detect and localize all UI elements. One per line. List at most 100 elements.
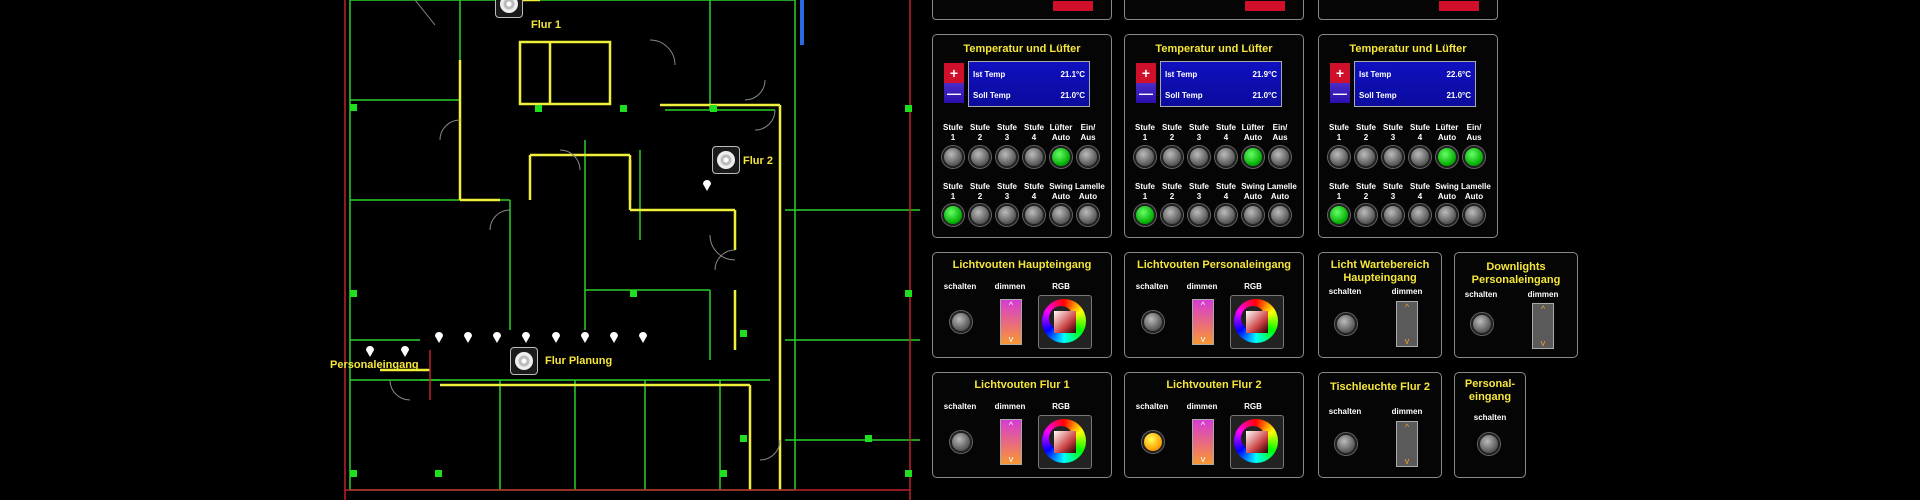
ceiling-light-icon[interactable] <box>366 346 374 357</box>
fan-stufe-1-button[interactable] <box>1328 146 1350 168</box>
power-toggle-button[interactable] <box>1269 146 1291 168</box>
rgb-color-picker[interactable] <box>1038 415 1092 469</box>
swing-auto-button[interactable] <box>1050 204 1072 226</box>
light-panel-personal: Personal-eingang schalten <box>1454 372 1526 478</box>
fan-auto-button[interactable] <box>1436 146 1458 168</box>
swing-stufe-3-button[interactable] <box>1382 204 1404 226</box>
light-switch-button[interactable] <box>950 431 972 453</box>
fan-stufe-3-button[interactable] <box>1382 146 1404 168</box>
temp-minus-button[interactable]: — <box>1136 83 1156 103</box>
panel-top-partial <box>1318 0 1498 20</box>
light-switch-button[interactable] <box>1335 313 1357 335</box>
rgb-color-picker[interactable] <box>1230 295 1284 349</box>
light-switch-button[interactable] <box>1478 433 1500 455</box>
fan-auto-button[interactable] <box>1050 146 1072 168</box>
temp-minus-button[interactable]: — <box>944 83 964 103</box>
light-switch-button[interactable] <box>1335 433 1357 455</box>
row1-label: Stufe 4 <box>1024 123 1044 142</box>
fan-stufe-2-button[interactable] <box>1161 146 1183 168</box>
fan-icon[interactable] <box>510 347 538 375</box>
fan-stufe-3-button[interactable] <box>996 146 1018 168</box>
dim-down-icon[interactable]: v <box>1405 336 1410 346</box>
row2-label: Swing Auto <box>1435 182 1459 201</box>
fan-auto-button[interactable] <box>1242 146 1264 168</box>
ceiling-light-icon[interactable] <box>552 332 560 343</box>
light-panel-title: Licht Wartebereich Haupteingang <box>1330 259 1430 284</box>
fan-stufe-1-button[interactable] <box>942 146 964 168</box>
schalten-label: schalten <box>1135 402 1169 411</box>
row1-label: Stufe 3 <box>997 123 1017 142</box>
ceiling-light-icon[interactable] <box>435 332 443 343</box>
fan-stufe-2-button[interactable] <box>969 146 991 168</box>
dimmer-control[interactable]: ^ v <box>1000 299 1022 345</box>
swing-stufe-1-button[interactable] <box>1328 204 1350 226</box>
ceiling-light-icon[interactable] <box>703 180 711 191</box>
dim-up-icon[interactable]: ^ <box>1009 300 1013 310</box>
ceiling-light-icon[interactable] <box>401 346 409 357</box>
light-switch-button[interactable] <box>950 311 972 333</box>
lamelle-auto-button[interactable] <box>1463 204 1485 226</box>
ceiling-light-icon[interactable] <box>493 332 501 343</box>
light-panel-wartebereich: Licht Wartebereich Haupteingang schalten… <box>1318 252 1442 358</box>
rgb-color-picker[interactable] <box>1230 415 1284 469</box>
dim-down-icon[interactable]: v <box>1009 454 1014 464</box>
fan-stufe-3-button[interactable] <box>1188 146 1210 168</box>
ceiling-light-icon[interactable] <box>610 332 618 343</box>
power-toggle-button[interactable] <box>1463 146 1485 168</box>
dim-down-icon[interactable]: v <box>1201 334 1206 344</box>
dimmer-control[interactable]: ^ v <box>1532 303 1554 349</box>
ceiling-light-icon[interactable] <box>464 332 472 343</box>
swing-stufe-1-button[interactable] <box>1134 204 1156 226</box>
dimmer-control[interactable]: ^ v <box>1000 419 1022 465</box>
temp-plus-button[interactable]: + <box>1330 63 1350 83</box>
temp-plus-button[interactable]: + <box>1136 63 1156 83</box>
lamelle-auto-button[interactable] <box>1269 204 1291 226</box>
fan-stufe-4-button[interactable] <box>1023 146 1045 168</box>
swing-stufe-2-button[interactable] <box>969 204 991 226</box>
light-switch-button[interactable] <box>1471 313 1493 335</box>
swing-stufe-4-button[interactable] <box>1409 204 1431 226</box>
swing-stufe-3-button[interactable] <box>1188 204 1210 226</box>
dimmer-control[interactable]: ^ v <box>1396 301 1418 347</box>
dim-up-icon[interactable]: ^ <box>1541 304 1545 314</box>
swing-stufe-4-button[interactable] <box>1215 204 1237 226</box>
rgb-color-picker[interactable] <box>1038 295 1092 349</box>
dimmer-control[interactable]: ^ v <box>1192 419 1214 465</box>
ceiling-light-icon[interactable] <box>522 332 530 343</box>
ceiling-light-icon[interactable] <box>639 332 647 343</box>
dim-up-icon[interactable]: ^ <box>1405 422 1409 432</box>
swing-stufe-1-button[interactable] <box>942 204 964 226</box>
ceiling-light-icon[interactable] <box>581 332 589 343</box>
temp-plus-button[interactable]: + <box>944 63 964 83</box>
dimmen-label: dimmen <box>1391 287 1423 296</box>
swing-stufe-3-button[interactable] <box>996 204 1018 226</box>
fan-icon[interactable] <box>712 146 740 174</box>
swing-stufe-2-button[interactable] <box>1161 204 1183 226</box>
fan-stufe-2-button[interactable] <box>1355 146 1377 168</box>
dim-up-icon[interactable]: ^ <box>1201 300 1205 310</box>
dim-down-icon[interactable]: v <box>1009 334 1014 344</box>
temp-minus-button[interactable]: — <box>1330 83 1350 103</box>
schalten-label: schalten <box>943 282 977 291</box>
swing-stufe-4-button[interactable] <box>1023 204 1045 226</box>
dim-up-icon[interactable]: ^ <box>1009 420 1013 430</box>
swing-auto-button[interactable] <box>1242 204 1264 226</box>
fan-stufe-4-button[interactable] <box>1409 146 1431 168</box>
dim-up-icon[interactable]: ^ <box>1405 302 1409 312</box>
dimmer-control[interactable]: ^ v <box>1396 421 1418 467</box>
dim-down-icon[interactable]: v <box>1405 456 1410 466</box>
dim-down-icon[interactable]: v <box>1541 338 1546 348</box>
dimmer-control[interactable]: ^ v <box>1192 299 1214 345</box>
swing-auto-button[interactable] <box>1436 204 1458 226</box>
swing-stufe-2-button[interactable] <box>1355 204 1377 226</box>
fan-stufe-4-button[interactable] <box>1215 146 1237 168</box>
label-flur-planung: Flur Planung <box>545 355 613 367</box>
fan-icon[interactable] <box>495 0 523 18</box>
dim-down-icon[interactable]: v <box>1201 454 1206 464</box>
light-switch-button[interactable] <box>1142 311 1164 333</box>
lamelle-auto-button[interactable] <box>1077 204 1099 226</box>
power-toggle-button[interactable] <box>1077 146 1099 168</box>
dim-up-icon[interactable]: ^ <box>1201 420 1205 430</box>
fan-stufe-1-button[interactable] <box>1134 146 1156 168</box>
light-switch-button[interactable] <box>1142 431 1164 453</box>
